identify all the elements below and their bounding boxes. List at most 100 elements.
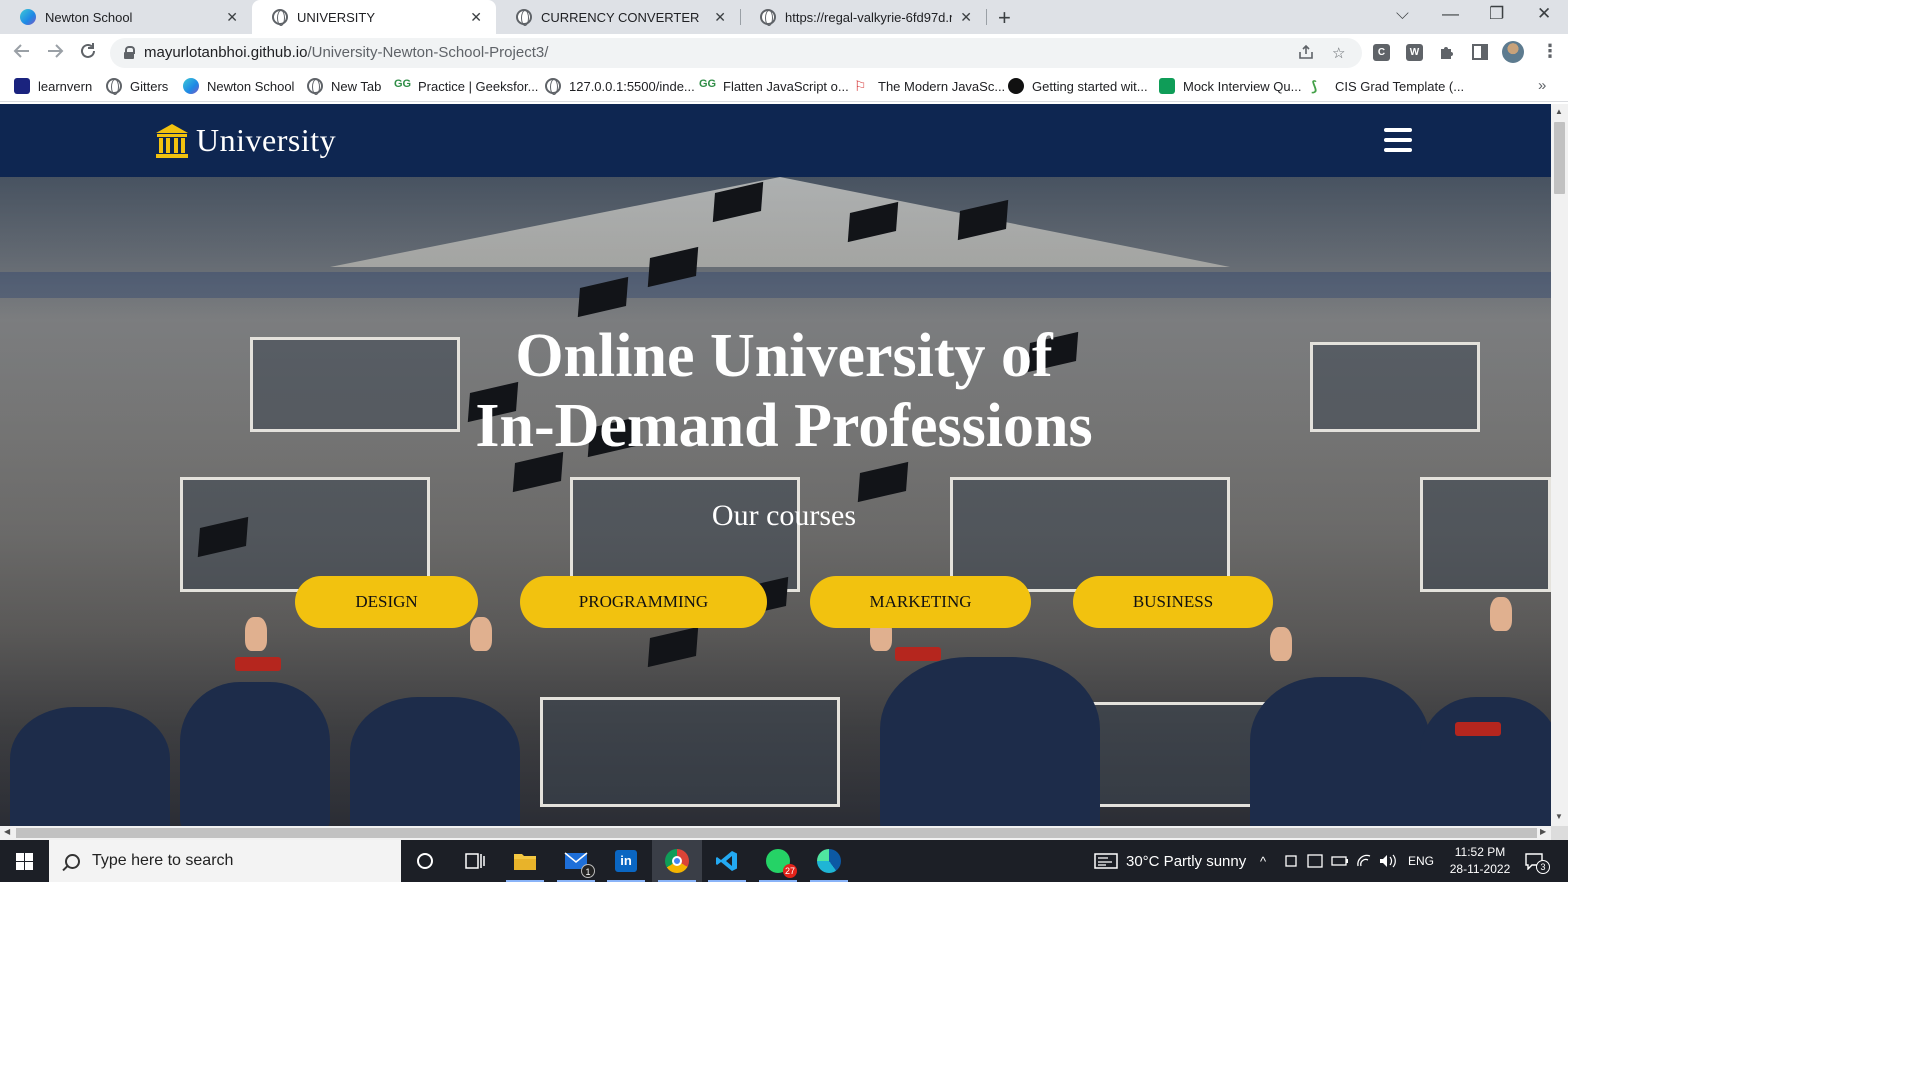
geeksforgeeks-icon: GG <box>394 78 412 90</box>
bookmark-label: 127.0.0.1:5500/inde... <box>569 78 695 94</box>
tab-divider <box>986 9 987 25</box>
scroll-up-arrow-icon[interactable]: ▲ <box>1555 107 1563 116</box>
cortana-icon[interactable] <box>400 840 450 882</box>
bookmark-label: Mock Interview Qu... <box>1183 78 1302 94</box>
close-icon[interactable]: ✕ <box>714 9 726 26</box>
close-icon[interactable]: ✕ <box>960 9 972 26</box>
taskbar-search-box[interactable]: Type here to search <box>49 840 401 882</box>
profile-avatar[interactable] <box>1502 41 1524 63</box>
globe-icon <box>272 9 288 26</box>
weather-text: 30°C Partly sunny <box>1126 852 1247 870</box>
linkedin-icon[interactable]: in <box>601 840 651 882</box>
bookmark-label: New Tab <box>331 78 382 94</box>
bookmark-label: Gitters <box>130 78 169 94</box>
windows-start-icon[interactable] <box>16 853 33 870</box>
hero-title-line-2: In-Demand Professions <box>475 392 1093 460</box>
browser-menu-icon[interactable]: ⋮ <box>1541 41 1559 62</box>
scroll-down-arrow-icon[interactable]: ▼ <box>1555 812 1563 821</box>
forward-button[interactable] <box>46 42 64 65</box>
minimize-button[interactable]: — <box>1442 4 1459 24</box>
globe-icon <box>545 78 561 95</box>
scrollbar-thumb[interactable] <box>16 828 1537 838</box>
new-tab-button[interactable]: + <box>998 5 1011 31</box>
globe-icon <box>760 9 776 26</box>
bookmark-gitters[interactable]: Gitters <box>106 78 169 95</box>
horizontal-scrollbar[interactable]: ◀ ▶ <box>0 826 1551 840</box>
close-icon[interactable]: ✕ <box>226 9 238 26</box>
newton-school-icon <box>20 9 36 25</box>
url-host: mayurlotanbhoi.github.io <box>144 44 308 61</box>
scrollbar-corner <box>1551 826 1568 840</box>
weather-widget[interactable]: 30°C Partly sunny <box>1094 840 1246 882</box>
tab-regal-valkyrie[interactable]: https://regal-valkyrie-6fd97d.netl ✕ <box>740 0 986 34</box>
address-bar[interactable]: mayurlotanbhoi.github.io/University-Newt… <box>110 38 1362 68</box>
system-clock[interactable]: 11:52 PM 28-11-2022 <box>1440 844 1520 878</box>
url-text[interactable]: mayurlotanbhoi.github.io/University-Newt… <box>144 44 548 61</box>
globe-icon <box>307 78 323 95</box>
globe-icon <box>516 9 532 26</box>
course-button-business[interactable]: BUSINESS <box>1073 576 1273 628</box>
back-button[interactable] <box>13 42 31 65</box>
tab-search-button[interactable]: ⌵ <box>1396 4 1409 24</box>
vscode-icon[interactable] <box>702 840 752 882</box>
site-navbar: University <box>0 104 1551 177</box>
hamburger-menu-icon[interactable] <box>1384 128 1412 152</box>
course-button-design[interactable]: DESIGN <box>295 576 478 628</box>
clock-time: 11:52 PM <box>1454 845 1506 859</box>
reload-button[interactable] <box>79 42 97 65</box>
close-window-button[interactable]: ✕ <box>1537 4 1551 24</box>
close-icon[interactable]: ✕ <box>470 9 482 26</box>
scrollbar-thumb[interactable] <box>1554 122 1565 194</box>
bookmark-localhost[interactable]: 127.0.0.1:5500/inde... <box>545 78 695 95</box>
windows-taskbar: Type here to search 1 in 27 30°C Partly … <box>0 840 1568 882</box>
bookmark-geeksforgeeks-practice[interactable]: GG Practice | Geeksfor... <box>394 78 538 94</box>
site-brand[interactable]: University <box>156 122 336 159</box>
scroll-left-arrow-icon[interactable]: ◀ <box>4 827 10 836</box>
bookmark-star-icon[interactable]: ☆ <box>1332 44 1345 62</box>
search-icon <box>65 853 80 869</box>
browser-toolbar: mayurlotanbhoi.github.io/University-Newt… <box>0 34 1568 72</box>
tab-currency-converter[interactable]: CURRENCY CONVERTER ✕ <box>496 0 740 34</box>
bookmark-getting-started[interactable]: Getting started wit... <box>1008 78 1148 94</box>
clock-date: 28-11-2022 <box>1449 862 1511 876</box>
extension-c-icon[interactable]: C <box>1373 44 1390 61</box>
share-icon[interactable] <box>1298 44 1314 64</box>
edge-icon[interactable] <box>804 840 854 882</box>
file-explorer-icon[interactable] <box>500 840 550 882</box>
show-hidden-icons-button[interactable]: ^ <box>1260 840 1266 882</box>
language-indicator[interactable]: ENG <box>1408 840 1434 882</box>
course-button-marketing[interactable]: MARKETING <box>810 576 1031 628</box>
system-tray-icons <box>1284 840 1402 882</box>
whatsapp-icon[interactable]: 27 <box>753 840 803 882</box>
task-view-icon[interactable] <box>450 840 500 882</box>
tab-title: CURRENCY CONVERTER <box>541 9 700 25</box>
side-panel-icon[interactable] <box>1472 44 1488 64</box>
course-button-programming[interactable]: PROGRAMMING <box>520 576 767 628</box>
scroll-right-arrow-icon[interactable]: ▶ <box>1540 827 1546 836</box>
extension-w-icon[interactable]: W <box>1406 44 1423 61</box>
bookmark-label: CIS Grad Template (... <box>1335 78 1465 94</box>
chrome-icon[interactable] <box>652 840 702 882</box>
bookmark-flatten-javascript[interactable]: GG Flatten JavaScript o... <box>699 78 849 94</box>
bookmark-learnvern[interactable]: learnvern <box>14 78 92 94</box>
mail-icon[interactable]: 1 <box>551 840 601 882</box>
vertical-scrollbar[interactable]: ▲ ▼ <box>1551 104 1568 826</box>
notification-count-badge: 3 <box>1536 860 1550 874</box>
learnvern-icon <box>14 78 30 94</box>
bookmark-modern-javascript[interactable]: ⚐ The Modern JavaSc... <box>854 78 1005 94</box>
bookmark-mock-interview[interactable]: Mock Interview Qu... <box>1159 78 1301 94</box>
notification-center-icon[interactable]: 3 <box>1524 840 1558 882</box>
tab-newton-school[interactable]: Newton School ✕ <box>0 0 252 34</box>
more-bookmarks-button[interactable]: » <box>1538 77 1546 94</box>
extensions-puzzle-icon[interactable] <box>1438 44 1455 65</box>
bookmark-new-tab[interactable]: New Tab <box>307 78 382 95</box>
geeksforgeeks-icon: GG <box>699 78 717 90</box>
tab-university[interactable]: UNIVERSITY ✕ <box>252 0 496 34</box>
bookmark-cis-grad-template[interactable]: ⟆ CIS Grad Template (... <box>1311 78 1464 94</box>
bookmark-label: Getting started wit... <box>1032 78 1148 94</box>
tab-title: Newton School <box>45 9 133 25</box>
github-icon <box>1008 78 1024 94</box>
reload-icon <box>81 43 95 58</box>
bookmark-newton-school[interactable]: Newton School <box>183 78 294 94</box>
restore-button[interactable]: ❐ <box>1489 4 1504 24</box>
